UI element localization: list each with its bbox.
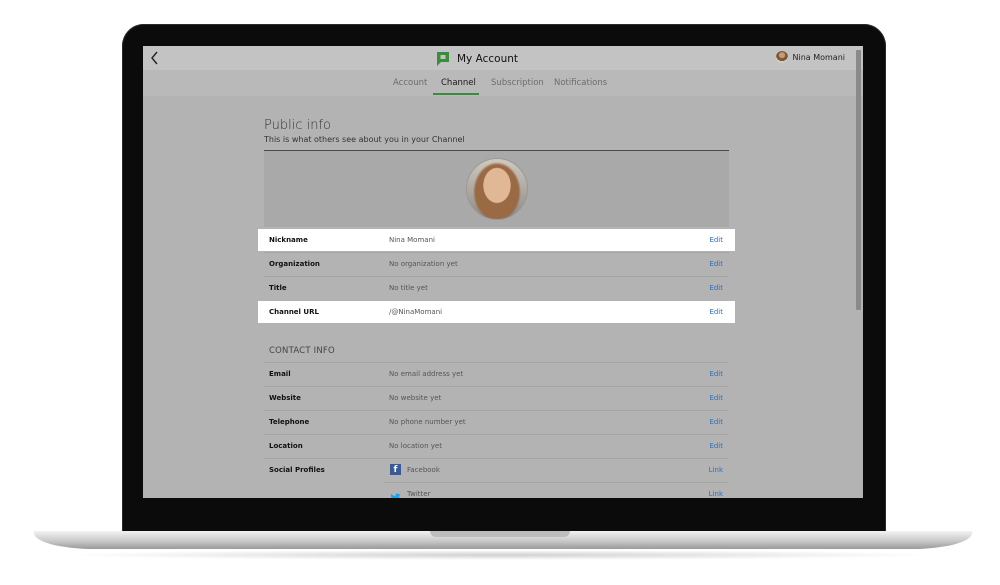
back-button[interactable] — [147, 48, 163, 68]
row-social-facebook: Social Profiles f Facebook Link — [264, 459, 729, 481]
row-title: Title No title yet Edit — [264, 277, 729, 299]
public-info-subtitle: This is what others see about you in you… — [264, 135, 465, 144]
chevron-left-icon — [151, 51, 158, 65]
row-label: Title — [269, 284, 287, 292]
edit-email-link[interactable]: Edit — [709, 370, 723, 378]
row-telephone: Telephone No phone number yet Edit — [264, 411, 729, 433]
tab-channel[interactable]: Channel — [441, 78, 476, 88]
tab-notifications[interactable]: Notifications — [554, 78, 607, 88]
row-social-twitter: Twitter Link — [264, 483, 729, 498]
row-value: Nina Momani — [389, 236, 435, 244]
row-value: No location yet — [389, 442, 442, 450]
row-label: Organization — [269, 260, 320, 268]
row-location: Location No location yet Edit — [264, 435, 729, 457]
avatar — [776, 51, 789, 63]
row-email: Email No email address yet Edit — [264, 363, 729, 385]
public-info-heading: Public info — [264, 118, 331, 133]
app-title: My Account — [457, 53, 519, 65]
row-value: No website yet — [389, 394, 442, 402]
profile-photo[interactable] — [466, 158, 528, 220]
active-tab-indicator — [433, 93, 479, 95]
row-value: No phone number yet — [389, 418, 466, 426]
edit-channel-url-link[interactable]: Edit — [709, 308, 723, 316]
edit-nickname-link[interactable]: Edit — [709, 236, 723, 244]
link-facebook[interactable]: Link — [709, 466, 723, 474]
laptop-base-notch — [430, 531, 570, 537]
edit-telephone-link[interactable]: Edit — [709, 418, 723, 426]
edit-organization-link[interactable]: Edit — [709, 260, 723, 268]
scrollbar[interactable] — [856, 50, 861, 310]
user-menu[interactable]: Nina Momani — [776, 51, 845, 63]
user-name: Nina Momani — [792, 52, 845, 62]
row-website: Website No website yet Edit — [264, 387, 729, 409]
row-value: No email address yet — [389, 370, 464, 378]
app-window: My Account Nina Momani Account Channel S… — [143, 46, 863, 498]
row-value: No title yet — [389, 284, 428, 292]
row-label: Email — [269, 370, 291, 378]
facebook-icon: f — [390, 464, 401, 475]
link-twitter[interactable]: Link — [709, 490, 723, 498]
row-label: Location — [269, 442, 303, 450]
row-label: Social Profiles — [269, 466, 325, 474]
edit-location-link[interactable]: Edit — [709, 442, 723, 450]
tab-account[interactable]: Account — [393, 78, 427, 88]
edit-website-link[interactable]: Edit — [709, 394, 723, 402]
social-label: Twitter — [407, 490, 431, 498]
row-value: No organization yet — [389, 260, 458, 268]
row-organization: Organization No organization yet Edit — [264, 253, 729, 275]
social-label: Facebook — [407, 466, 440, 474]
contact-info-heading: CONTACT INFO — [269, 346, 335, 356]
row-nickname: Nickname Nina Momani Edit — [258, 229, 735, 251]
row-value: /@NinaMomani — [389, 308, 443, 316]
edit-title-link[interactable]: Edit — [709, 284, 723, 292]
title-bar: My Account Nina Momani — [143, 46, 863, 70]
row-label: Website — [269, 394, 301, 402]
row-label: Nickname — [269, 236, 308, 244]
tab-bar: Account Channel Subscription Notificatio… — [143, 70, 863, 96]
app-brand: My Account — [435, 50, 518, 68]
app-logo-icon — [437, 52, 449, 66]
laptop-shadow — [60, 550, 940, 560]
row-label: Channel URL — [269, 308, 319, 316]
row-label: Telephone — [269, 418, 310, 426]
twitter-icon — [390, 488, 401, 498]
row-channel-url: Channel URL /@NinaMomani Edit — [258, 301, 735, 323]
tab-subscription[interactable]: Subscription — [491, 78, 544, 88]
